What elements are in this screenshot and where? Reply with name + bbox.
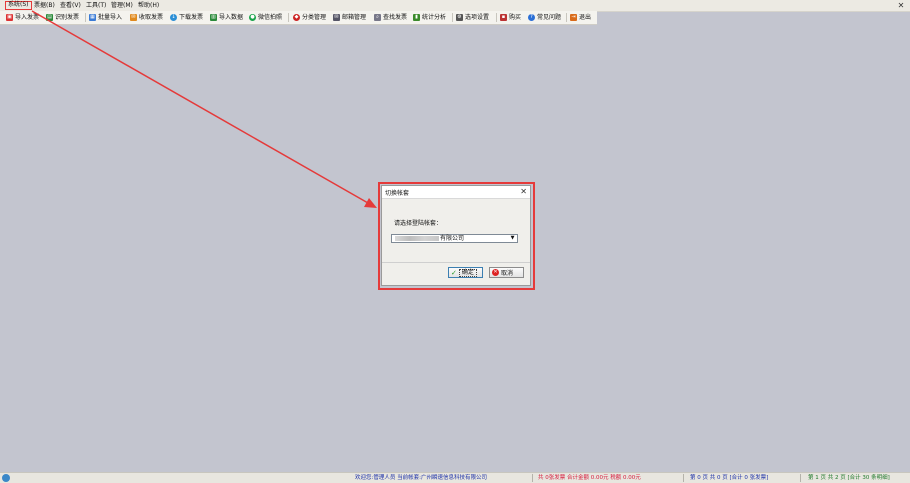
dialog-title-bar: 切换帐套 ✕: [382, 186, 530, 199]
cancel-button[interactable]: ✕ 取消: [489, 267, 524, 278]
status-separator: [532, 474, 533, 482]
dialog-divider: [382, 262, 530, 263]
status-separator: [683, 474, 684, 482]
status-pages: 第 0 页 共 0 页 [合计 0 张发票]: [690, 475, 769, 481]
ok-button[interactable]: ✓ 确定: [448, 267, 483, 278]
switch-account-dialog: 切换帐套 ✕ 请选择登陆帐套： 有限公司 ▼ ✓ 确定 ✕ 取消: [381, 185, 531, 286]
app-status-icon: [2, 474, 10, 482]
close-icon[interactable]: ✕: [520, 186, 527, 198]
status-separator: [800, 474, 801, 482]
status-pages-detail: 第 1 页 共 2 页 [合计 30 条明细]: [808, 475, 890, 481]
dropdown-arrow-icon[interactable]: ▼: [509, 235, 516, 242]
cancel-icon: ✕: [492, 269, 499, 276]
ok-label: 确定: [458, 268, 477, 277]
dialog-title: 切换帐套: [385, 190, 410, 197]
redacted-text: [395, 236, 439, 241]
account-select[interactable]: 有限公司 ▼: [391, 234, 518, 243]
account-prompt: 请选择登陆帐套：: [394, 220, 443, 227]
status-totals: 共 0张发票 合计金额 0.00元 税额 0.00元: [538, 475, 641, 481]
status-bar: 欢迎您:管理人员 当前帐套:广州瞬速信息科技有限公司 共 0张发票 合计金额 0…: [0, 472, 910, 483]
status-welcome: 欢迎您:管理人员 当前帐套:广州瞬速信息科技有限公司: [355, 475, 487, 481]
check-icon: ✓: [451, 268, 457, 277]
cancel-label: 取消: [501, 270, 514, 277]
account-selected-value: 有限公司: [440, 235, 465, 242]
